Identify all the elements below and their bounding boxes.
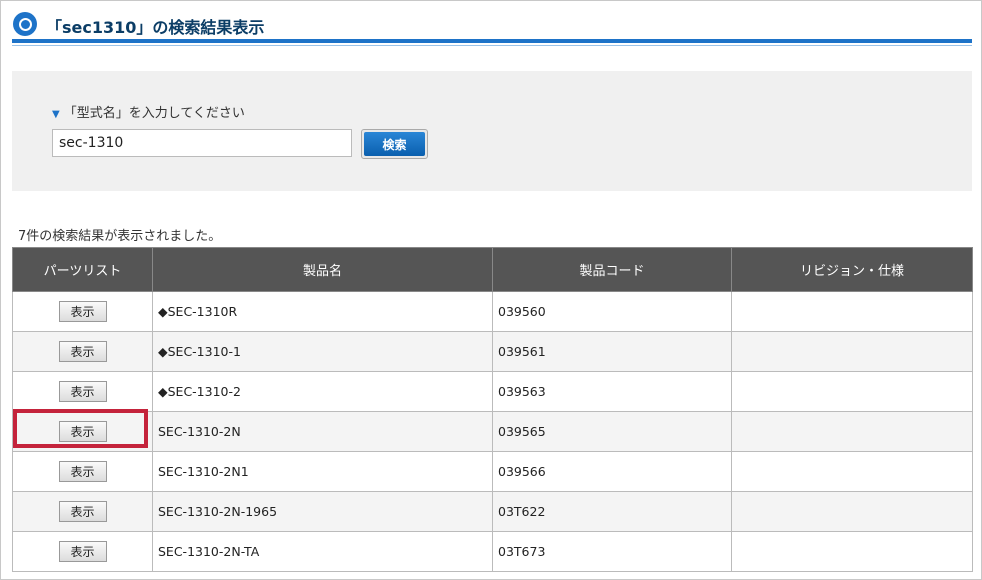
show-parts-list-button[interactable]: 表示	[58, 541, 107, 562]
revision-cell	[731, 491, 973, 532]
product-code-cell: 039560	[492, 291, 732, 332]
column-header-product-code: 製品コード	[492, 247, 732, 292]
product-code-cell: 039566	[492, 451, 732, 492]
results-table: パーツリスト 製品名 製品コード リビジョン・仕様 表示 ◆SEC-1310R …	[12, 247, 973, 572]
product-name-cell: ◆SEC-1310R	[152, 291, 493, 332]
result-count: 7件の検索結果が表示されました。	[18, 229, 222, 244]
revision-cell	[731, 331, 973, 372]
search-panel: ▼「型式名」を入力してください 検索	[12, 71, 972, 191]
show-parts-list-button[interactable]: 表示	[58, 381, 107, 402]
product-name-cell: SEC-1310-2N	[152, 411, 493, 452]
page-header: 「sec1310」の検索結果表示	[12, 7, 972, 46]
parts-list-cell: 表示	[12, 331, 153, 372]
table-row: 表示 SEC-1310-2N 039565	[12, 411, 973, 452]
column-header-parts-list: パーツリスト	[12, 247, 153, 292]
table-row: 表示 SEC-1310-2N-TA 03T673	[12, 531, 973, 572]
product-name-cell: ◆SEC-1310-1	[152, 331, 493, 372]
column-header-revision: リビジョン・仕様	[731, 247, 973, 292]
product-name-cell: ◆SEC-1310-2	[152, 371, 493, 412]
product-name-cell: SEC-1310-2N-1965	[152, 491, 493, 532]
page-title: 「sec1310」の検索結果表示	[46, 18, 265, 37]
product-name-cell: SEC-1310-2N-TA	[152, 531, 493, 572]
revision-cell	[731, 411, 973, 452]
search-button-frame: 検索	[361, 129, 428, 159]
table-row: 表示 ◆SEC-1310-1 039561	[12, 331, 973, 372]
parts-list-cell: 表示	[12, 491, 153, 532]
search-label-text: 「型式名」を入力してください	[63, 106, 245, 121]
show-parts-list-button[interactable]: 表示	[58, 421, 107, 442]
product-code-cell: 039561	[492, 331, 732, 372]
parts-list-cell: 表示	[12, 451, 153, 492]
revision-cell	[731, 451, 973, 492]
triangle-down-icon: ▼	[52, 109, 60, 120]
table-header-row: パーツリスト 製品名 製品コード リビジョン・仕様	[12, 247, 973, 292]
show-parts-list-button[interactable]: 表示	[58, 301, 107, 322]
show-parts-list-button[interactable]: 表示	[58, 341, 107, 362]
table-row: 表示 SEC-1310-2N-1965 03T622	[12, 491, 973, 532]
search-label: ▼ 「型式名」を入力してください	[52, 102, 245, 121]
product-code-cell: 03T673	[492, 531, 732, 572]
table-row: 表示 ◆SEC-1310-2 039563	[12, 371, 973, 412]
column-header-product-name: 製品名	[152, 247, 493, 292]
header-rule	[12, 39, 972, 43]
parts-list-cell: 表示	[12, 371, 153, 412]
revision-cell	[731, 291, 973, 332]
show-parts-list-button[interactable]: 表示	[58, 501, 107, 522]
circle-bullet-icon	[13, 12, 37, 36]
parts-list-cell: 表示	[12, 531, 153, 572]
product-code-cell: 03T622	[492, 491, 732, 532]
product-name-cell: SEC-1310-2N1	[152, 451, 493, 492]
parts-list-cell: 表示	[12, 291, 153, 332]
parts-list-cell: 表示	[12, 411, 153, 452]
revision-cell	[731, 371, 973, 412]
revision-cell	[731, 531, 973, 572]
table-row: 表示 SEC-1310-2N1 039566	[12, 451, 973, 492]
model-name-input[interactable]	[52, 129, 352, 157]
product-code-cell: 039565	[492, 411, 732, 452]
table-row: 表示 ◆SEC-1310R 039560	[12, 291, 973, 332]
product-code-cell: 039563	[492, 371, 732, 412]
show-parts-list-button[interactable]: 表示	[58, 461, 107, 482]
search-button[interactable]: 検索	[364, 132, 425, 156]
header-rule-thin	[12, 45, 972, 46]
